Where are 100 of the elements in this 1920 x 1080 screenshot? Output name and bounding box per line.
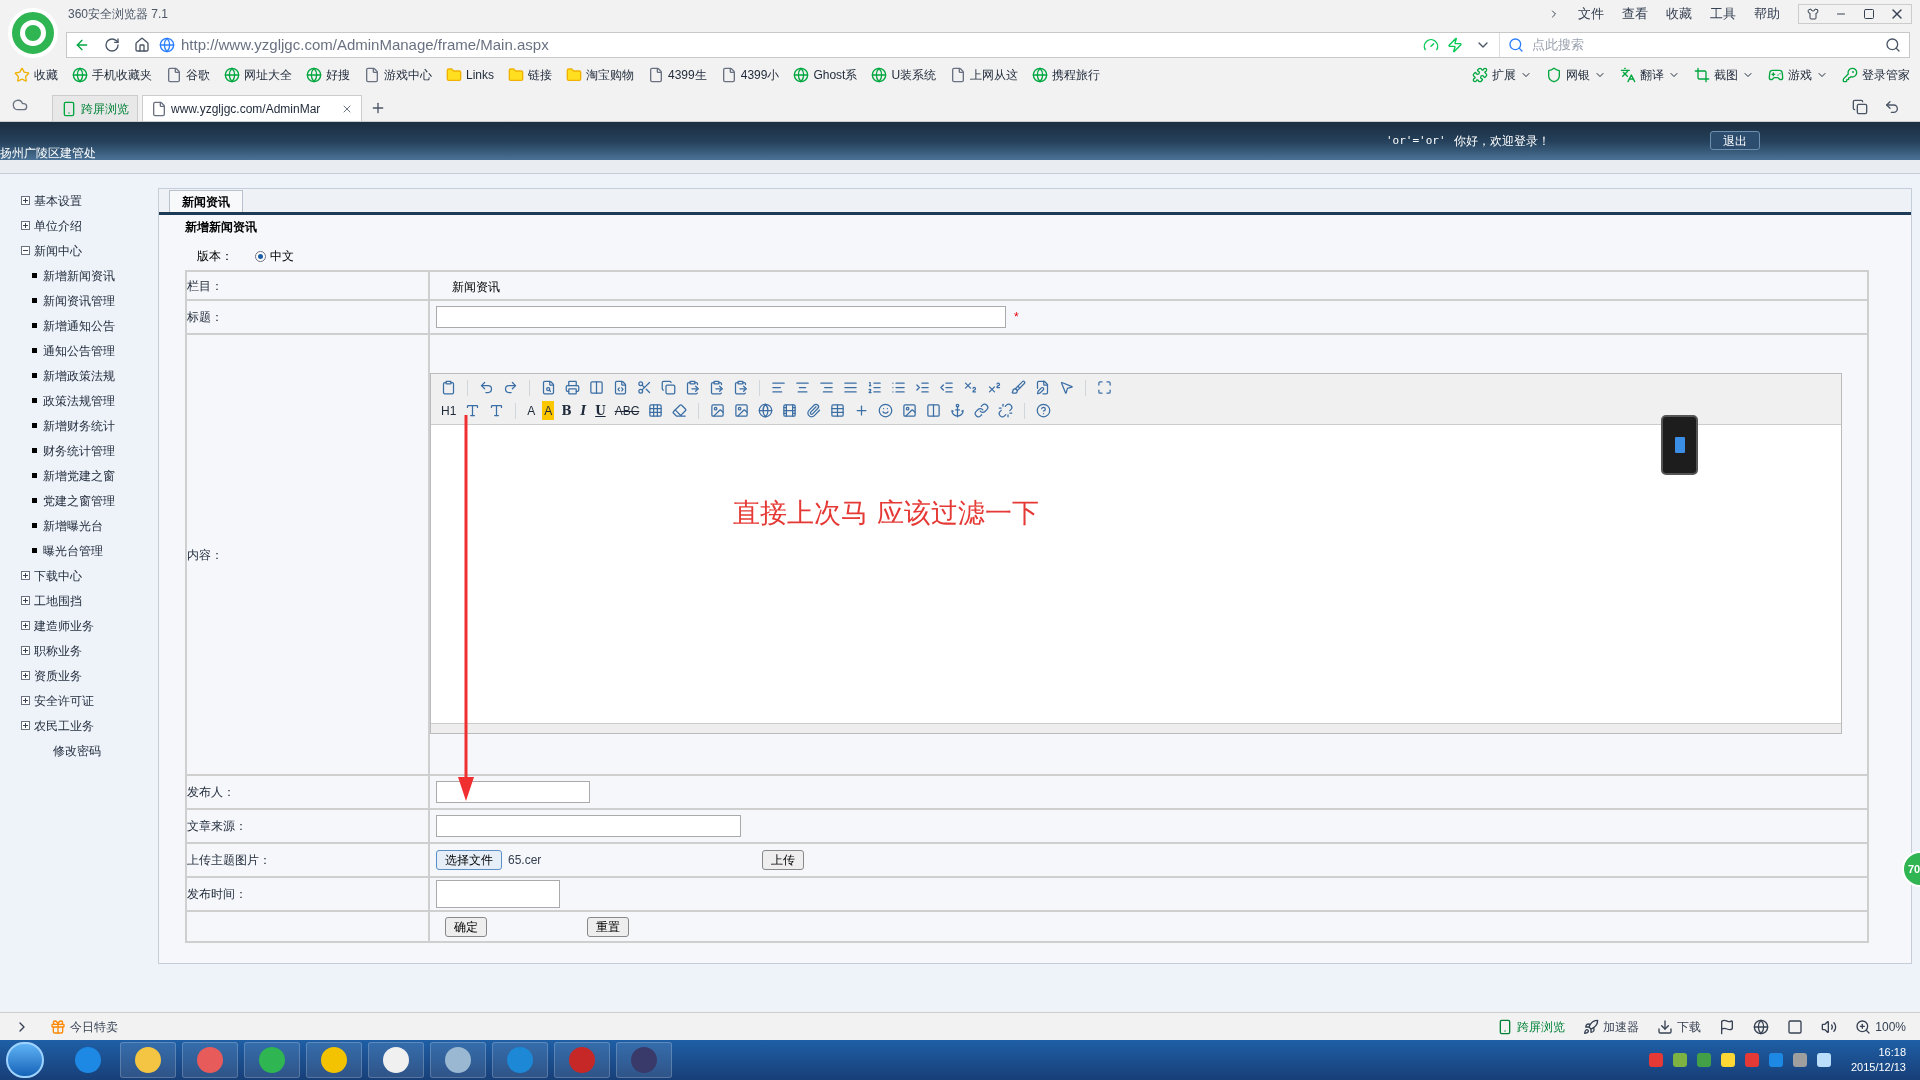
expand-icon[interactable] — [21, 646, 30, 655]
sidebar-item[interactable]: 单位介绍 — [34, 216, 82, 235]
toolbar-button[interactable]: A — [525, 401, 538, 420]
bookmark-item[interactable]: Ghost系 — [789, 66, 862, 84]
status-item[interactable]: 加速器 — [1603, 1017, 1640, 1036]
sidebar-subitem[interactable]: 新增新闻资讯 — [43, 266, 115, 285]
bookmark-item[interactable]: 上网从这 — [946, 66, 1023, 84]
taskbar-app-icon[interactable] — [244, 1042, 300, 1078]
radio-button[interactable] — [255, 250, 266, 262]
menu-item[interactable]: 查看 — [1622, 4, 1648, 24]
status-item[interactable]: 跨屏浏览 — [1517, 1017, 1566, 1036]
toolbar-item[interactable]: 截图 — [1714, 66, 1738, 84]
bookmark-item[interactable]: U装系统 — [867, 66, 941, 84]
bookmark-item[interactable]: 好搜 — [302, 66, 354, 84]
text-input[interactable] — [436, 815, 741, 837]
expand-icon[interactable] — [21, 696, 30, 705]
sidebar-item[interactable]: 下载中心 — [34, 566, 82, 585]
tray-icon[interactable] — [1792, 1053, 1807, 1067]
windows-icon[interactable] — [1852, 99, 1868, 115]
unlink-icon[interactable] — [996, 401, 1016, 420]
link-icon[interactable] — [972, 401, 992, 420]
flag-icon[interactable] — [1719, 1018, 1736, 1035]
logout-button[interactable]: 退出 — [1710, 131, 1760, 150]
toolbar-button[interactable]: I — [578, 401, 589, 420]
toolbar-item[interactable]: 网银 — [1566, 66, 1590, 84]
sidebar-item[interactable]: 工地围挡 — [34, 591, 82, 610]
toolbar-item[interactable]: 翻译 — [1640, 66, 1664, 84]
menu-item[interactable]: 收藏 — [1666, 4, 1692, 24]
text-input[interactable] — [436, 781, 590, 803]
toolbar-button[interactable]: U — [593, 401, 608, 420]
menu-item[interactable]: 文件 — [1578, 4, 1604, 24]
browser-tab[interactable]: www.yzgljgc.com/AdminMar — [142, 95, 362, 121]
toolbar-button[interactable]: H1 — [439, 401, 459, 420]
status-item[interactable]: 下载 — [1677, 1017, 1702, 1036]
new-tab-icon[interactable] — [370, 100, 386, 116]
expand-icon[interactable] — [21, 196, 30, 205]
sidebar-subitem[interactable]: 新增通知公告 — [43, 316, 115, 335]
taskbar-app-icon[interactable] — [430, 1042, 486, 1078]
sidebar-subitem[interactable]: 新增政策法规 — [43, 366, 115, 385]
bookmark-item[interactable]: 谷歌 — [162, 66, 214, 84]
status-link[interactable]: 今日特卖 — [70, 1017, 118, 1036]
taskbar-app-icon[interactable] — [306, 1042, 362, 1078]
bookmark-item[interactable]: 4399生 — [644, 66, 711, 84]
bookmark-item[interactable]: 手机收藏夹 — [68, 66, 156, 84]
expand-icon[interactable] — [21, 221, 30, 230]
sidebar-item[interactable]: 资质业务 — [34, 666, 82, 685]
sidebar-subitem[interactable]: 曝光台管理 — [43, 541, 103, 560]
taskbar-app-icon[interactable] — [616, 1042, 672, 1078]
text-input[interactable] — [436, 306, 1006, 328]
expand-icon[interactable] — [21, 671, 30, 680]
browser-tab[interactable]: 跨屏浏览 — [52, 95, 138, 121]
print-icon[interactable] — [563, 378, 582, 397]
upload-button[interactable]: 上传 — [762, 850, 804, 870]
toolbar-button[interactable]: B — [559, 401, 574, 420]
toolbar-item[interactable]: 扩展 — [1492, 66, 1516, 84]
rich-text-editor[interactable]: H1 A A B I U ABC 直接上次马 应该过滤一下 — [430, 373, 1842, 734]
fullscreen-icon[interactable] — [1095, 378, 1114, 397]
sidebar-subitem[interactable]: 通知公告管理 — [43, 341, 115, 360]
expand-icon[interactable] — [21, 571, 30, 580]
bookmark-item[interactable]: Links — [442, 66, 498, 84]
radio-label[interactable]: 中文 — [270, 247, 294, 265]
taskbar-app-icon[interactable] — [120, 1042, 176, 1078]
bookmark-item[interactable]: 收藏 — [10, 66, 62, 84]
tray-icon[interactable] — [1720, 1053, 1735, 1067]
sidebar-item[interactable]: 安全许可证 — [34, 691, 94, 710]
window-icon[interactable] — [1787, 1018, 1804, 1035]
form-button[interactable]: 重置 — [587, 916, 629, 937]
sidebar-item[interactable]: 职称业务 — [34, 641, 82, 660]
toolbar-button[interactable]: A — [542, 401, 555, 420]
expand-icon[interactable] — [21, 596, 30, 605]
toolbar-item[interactable]: 游戏 — [1788, 66, 1812, 84]
sidebar-item[interactable]: 农民工业务 — [34, 716, 94, 735]
tray-icon[interactable] — [1696, 1053, 1711, 1067]
sidebar-subitem[interactable]: 党建之窗管理 — [43, 491, 115, 510]
tray-icon[interactable] — [1816, 1053, 1831, 1067]
text-input[interactable] — [436, 880, 560, 908]
bookmark-item[interactable]: 游戏中心 — [360, 66, 436, 84]
cloud-icon[interactable] — [12, 97, 28, 113]
sidebar-subitem[interactable]: 政策法规管理 — [43, 391, 115, 410]
globe-icon[interactable] — [1753, 1018, 1770, 1035]
choose-file-button[interactable]: 选择文件 — [436, 850, 502, 870]
clock[interactable]: 16:18 2015/12/13 — [1850, 1045, 1906, 1075]
copy-icon[interactable] — [659, 378, 678, 397]
collapse-icon[interactable] — [21, 246, 30, 255]
toolbar-item[interactable]: 登录管家 — [1862, 66, 1910, 84]
form-button[interactable]: 确定 — [445, 916, 487, 937]
menu-item[interactable]: 工具 — [1710, 4, 1736, 24]
sidebar-item[interactable]: 基本设置 — [34, 191, 82, 210]
sidebar-subitem[interactable]: 新闻资讯管理 — [43, 291, 115, 310]
phone-icon[interactable] — [1661, 415, 1698, 475]
brush-icon[interactable] — [1009, 378, 1028, 397]
sidebar-item[interactable]: 修改密码 — [53, 741, 101, 760]
sidebar-subitem[interactable]: 新增曝光台 — [43, 516, 103, 535]
toolbar-button[interactable]: ABC — [612, 401, 642, 420]
sidebar-item[interactable]: 建造师业务 — [34, 616, 94, 635]
tray-icon[interactable] — [1672, 1053, 1687, 1067]
zoom-level[interactable]: 100% — [1875, 1017, 1906, 1036]
panel-tab[interactable]: 新闻资讯 — [169, 190, 243, 212]
bookmark-item[interactable]: 链接 — [504, 66, 556, 84]
bookmark-item[interactable]: 淘宝购物 — [562, 66, 638, 84]
